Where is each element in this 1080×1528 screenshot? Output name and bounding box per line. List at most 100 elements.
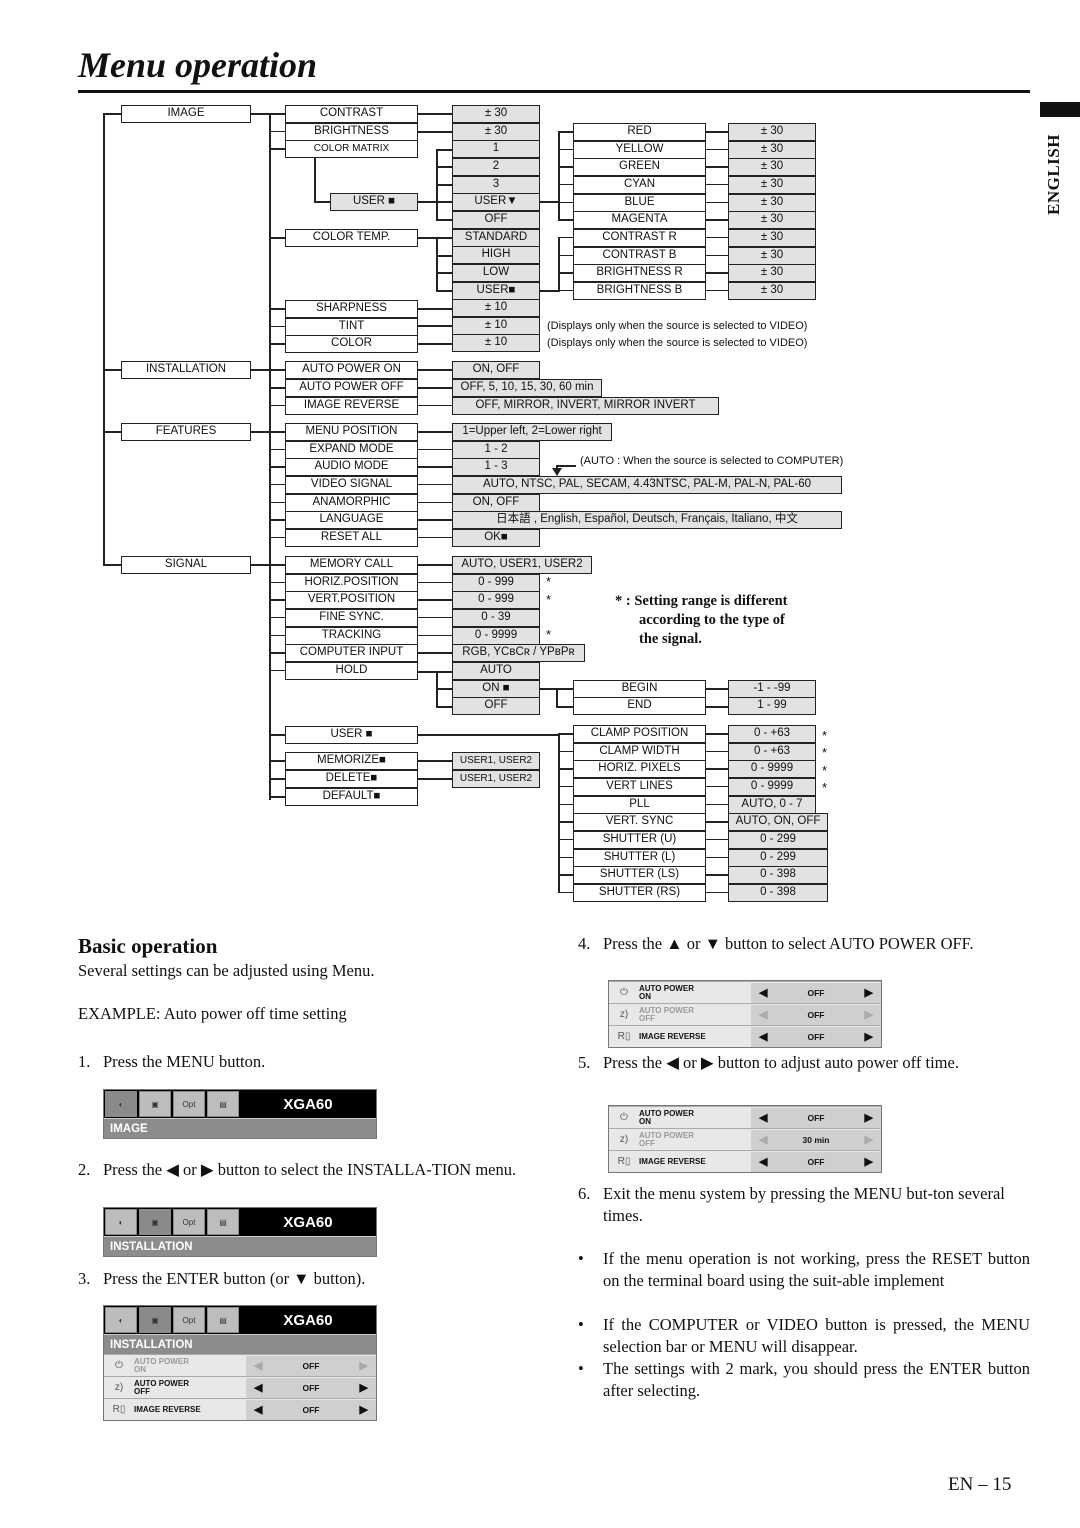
features-icon[interactable]: Opt — [173, 1091, 205, 1117]
osd-value-selector[interactable]: ◀ OFF ▶ — [246, 1355, 376, 1376]
osd-value-selector[interactable]: ◀ OFF ▶ — [751, 1151, 881, 1172]
installation-item: IMAGE REVERSE — [285, 396, 418, 415]
connector-line — [436, 149, 452, 151]
osd-row-auto-power-off[interactable]: z) AUTO POWER OFF ◀ 30 min ▶ — [609, 1128, 881, 1150]
color-matrix-user-item: BLUE — [573, 193, 706, 212]
right-arrow-icon[interactable]: ▶ — [360, 1359, 368, 1372]
left-arrow-icon[interactable]: ◀ — [254, 1359, 262, 1372]
image-icon[interactable]: ◐ — [105, 1091, 137, 1117]
left-arrow-icon[interactable]: ◀ — [759, 1155, 767, 1168]
connector-line — [706, 183, 728, 186]
right-arrow-icon[interactable]: ▶ — [865, 1111, 873, 1124]
hold-value: ON ■ — [452, 679, 540, 698]
left-arrow-icon[interactable]: ◀ — [254, 1403, 262, 1416]
signal-icon[interactable]: ▤ — [207, 1307, 239, 1333]
left-arrow-icon[interactable]: ◀ — [759, 1111, 767, 1124]
step-text: Press the ENTER button (or ▼ button). — [103, 1269, 366, 1288]
signal-icon[interactable]: ▤ — [207, 1209, 239, 1235]
connector-line — [418, 564, 452, 566]
right-arrow-icon[interactable]: ▶ — [360, 1381, 368, 1394]
right-arrow-icon[interactable]: ▶ — [865, 986, 873, 999]
color-matrix-user-item: GREEN — [573, 158, 706, 177]
step-text: Exit the menu system by pressing the MEN… — [603, 1184, 1005, 1225]
osd-row-auto-power-off[interactable]: z) AUTO POWER OFF ◀ OFF ▶ — [609, 1003, 881, 1025]
connector-line — [269, 387, 285, 389]
right-arrow-icon[interactable]: ▶ — [360, 1403, 368, 1416]
note-bullet: • If the menu operation is not working, … — [578, 1248, 1030, 1292]
color-matrix-user: USER ■ — [330, 193, 418, 211]
image-icon[interactable]: ◐ — [105, 1209, 137, 1235]
connector-line — [706, 891, 728, 894]
connector-line — [436, 184, 452, 186]
installation-icon[interactable]: ▣ — [139, 1307, 171, 1333]
connector-line — [418, 760, 452, 762]
label-line: ON — [134, 1364, 146, 1374]
connector-line — [706, 272, 728, 274]
features-value: 1=Upper left, 2=Lower right — [452, 423, 612, 441]
osd-category-label: IMAGE — [104, 1118, 376, 1138]
osd-row-auto-power-off[interactable]: z) AUTO POWER OFF ◀ OFF ▶ — [104, 1376, 376, 1398]
right-arrow-icon[interactable]: ▶ — [865, 1030, 873, 1043]
osd-row-image-reverse[interactable]: R▯ IMAGE REVERSE ◀ OFF ▶ — [609, 1025, 881, 1047]
osd-row-auto-power-on[interactable]: ⏻ AUTO POWER ON ◀ OFF ▶ — [609, 981, 881, 1003]
signal-value: AUTO, USER1, USER2 — [452, 556, 592, 574]
left-arrow-icon[interactable]: ◀ — [759, 1133, 767, 1146]
osd-value-selector[interactable]: ◀ OFF ▶ — [751, 982, 881, 1003]
signal-icon[interactable]: ▤ — [207, 1091, 239, 1117]
osd-row-label: AUTO POWER OFF — [639, 1005, 751, 1023]
osd-value-selector[interactable]: ◀ OFF ▶ — [751, 1004, 881, 1025]
connector-line — [556, 688, 573, 690]
connector-line — [706, 838, 728, 841]
right-arrow-icon[interactable]: ▶ — [865, 1008, 873, 1021]
image-value: ± 10 — [452, 299, 540, 318]
connector-line — [418, 734, 558, 736]
connector-line — [418, 201, 436, 203]
left-arrow-icon[interactable]: ◀ — [254, 1381, 262, 1394]
step-5: 5. Press the ◀ or ▶ button to adjust aut… — [578, 1052, 1033, 1074]
right-arrow-icon[interactable]: ▶ — [865, 1155, 873, 1168]
osd-row-label: AUTO POWER ON — [639, 1109, 751, 1126]
installation-icon[interactable]: ▣ — [139, 1209, 171, 1235]
osd-row-image-reverse[interactable]: R▯ IMAGE REVERSE ◀ OFF ▶ — [104, 1398, 376, 1420]
connector-line — [269, 652, 285, 654]
right-arrow-icon[interactable]: ▶ — [865, 1133, 873, 1146]
label-line: AUTO POWER — [639, 1005, 694, 1015]
osd-value-selector[interactable]: ◀ OFF ▶ — [751, 1107, 881, 1128]
user-item-value: ± 30 — [728, 264, 816, 283]
step-1: 1. Press the MENU button. — [78, 1051, 548, 1073]
features-icon[interactable]: Opt — [173, 1209, 205, 1235]
signal-memory-item: DEFAULT■ — [285, 788, 418, 806]
osd-row-auto-power-on[interactable]: ⏻ AUTO POWER ON ◀ OFF ▶ — [104, 1354, 376, 1376]
osd-value-selector[interactable]: ◀ OFF ▶ — [246, 1399, 376, 1420]
example-text: EXAMPLE: Auto power off time setting — [78, 1004, 347, 1023]
features-icon[interactable]: Opt — [173, 1307, 205, 1333]
left-arrow-icon[interactable]: ◀ — [759, 1008, 767, 1021]
label-line: ON — [639, 991, 651, 1001]
step-number: 6. — [578, 1184, 591, 1203]
installation-item: AUTO POWER ON — [285, 361, 418, 379]
osd-row-label: IMAGE REVERSE — [639, 1032, 751, 1041]
connector-line — [558, 733, 573, 735]
signal-item: VERT.POSITION — [285, 591, 418, 610]
menu-signal: SIGNAL — [121, 556, 251, 574]
image-icon[interactable]: ◐ — [105, 1307, 137, 1333]
osd-row-image-reverse[interactable]: R▯ IMAGE REVERSE ◀ OFF ▶ — [609, 1150, 881, 1172]
connector-line — [251, 431, 269, 433]
signal-user-subitem: SHUTTER (RS) — [573, 883, 706, 902]
connector-line — [436, 166, 452, 168]
osd-value-selector[interactable]: ◀ OFF ▶ — [751, 1026, 881, 1047]
connector-line — [436, 671, 452, 673]
osd-model-name: XGA60 — [283, 1311, 333, 1329]
osd-value-selector[interactable]: ◀ 30 min ▶ — [751, 1129, 881, 1150]
image-item: COLOR — [285, 335, 418, 353]
image-value: USER■ — [452, 281, 540, 300]
signal-user-subitem: SHUTTER (L) — [573, 848, 706, 867]
setting-range-footnote: * : Setting range is different according… — [615, 592, 788, 649]
features-item: ANAMORPHIC — [285, 493, 418, 512]
left-arrow-icon[interactable]: ◀ — [759, 986, 767, 999]
left-arrow-icon[interactable]: ◀ — [759, 1030, 767, 1043]
installation-icon[interactable]: ▣ — [139, 1091, 171, 1117]
osd-row-auto-power-on[interactable]: ⏻ AUTO POWER ON ◀ OFF ▶ — [609, 1106, 881, 1128]
osd-value-selector[interactable]: ◀ OFF ▶ — [246, 1377, 376, 1398]
section-heading: Basic operation — [78, 934, 218, 958]
